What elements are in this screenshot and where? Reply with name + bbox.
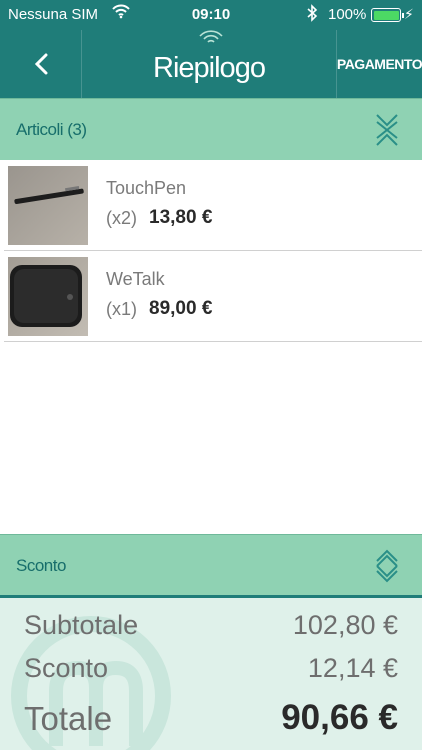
items-list: TouchPen (x2) 13,80 € WeTalk (x1) 89,00 …	[0, 160, 422, 342]
item-name: TouchPen	[106, 178, 187, 198]
back-button[interactable]	[0, 30, 82, 98]
collapse-icon[interactable]	[372, 113, 402, 147]
top-bar: Nessuna SIM 09:10 100% ⚡ Riepilogo PAGAM…	[0, 0, 422, 98]
navigation-bar: Riepilogo PAGAMENTO	[0, 30, 422, 98]
charging-icon: ⚡	[404, 6, 414, 22]
discount-value: 12,14 €	[307, 653, 398, 683]
item-price: 89,00 €	[149, 298, 213, 319]
chevron-left-icon	[34, 53, 47, 75]
expand-icon[interactable]	[372, 549, 402, 583]
bluetooth-icon	[306, 4, 318, 26]
item-quantity: (x1)	[106, 299, 137, 319]
total-value: 90,66 €	[281, 698, 398, 737]
total-label: Totale	[24, 700, 113, 737]
subtotal-label: Subtotale	[24, 610, 139, 640]
articles-section-header[interactable]: Articoli (3)	[0, 98, 422, 160]
battery-icon	[371, 8, 404, 22]
item-quantity: (x2)	[106, 208, 137, 228]
touchpen-image	[8, 166, 88, 245]
page-title: Riepilogo	[153, 51, 266, 84]
articles-label: Articoli (3)	[16, 120, 87, 139]
list-item[interactable]: TouchPen (x2) 13,80 €	[4, 160, 422, 251]
wetalk-image	[8, 257, 88, 336]
status-bar: Nessuna SIM 09:10 100% ⚡	[0, 0, 422, 30]
item-name: WeTalk	[106, 269, 165, 289]
payment-button[interactable]: PAGAMENTO	[336, 30, 422, 98]
totals-panel: Subtotale 102,80 € Sconto 12,14 € Totale…	[0, 595, 422, 750]
subtotal-value: 102,80 €	[292, 610, 398, 640]
discount-row-label: Sconto	[24, 653, 109, 683]
discount-label: Sconto	[16, 556, 66, 575]
item-price: 13,80 €	[149, 207, 213, 228]
battery-percent: 100%	[328, 6, 367, 23]
discount-section-header[interactable]: Sconto	[0, 534, 422, 595]
list-item[interactable]: WeTalk (x1) 89,00 €	[4, 251, 422, 342]
